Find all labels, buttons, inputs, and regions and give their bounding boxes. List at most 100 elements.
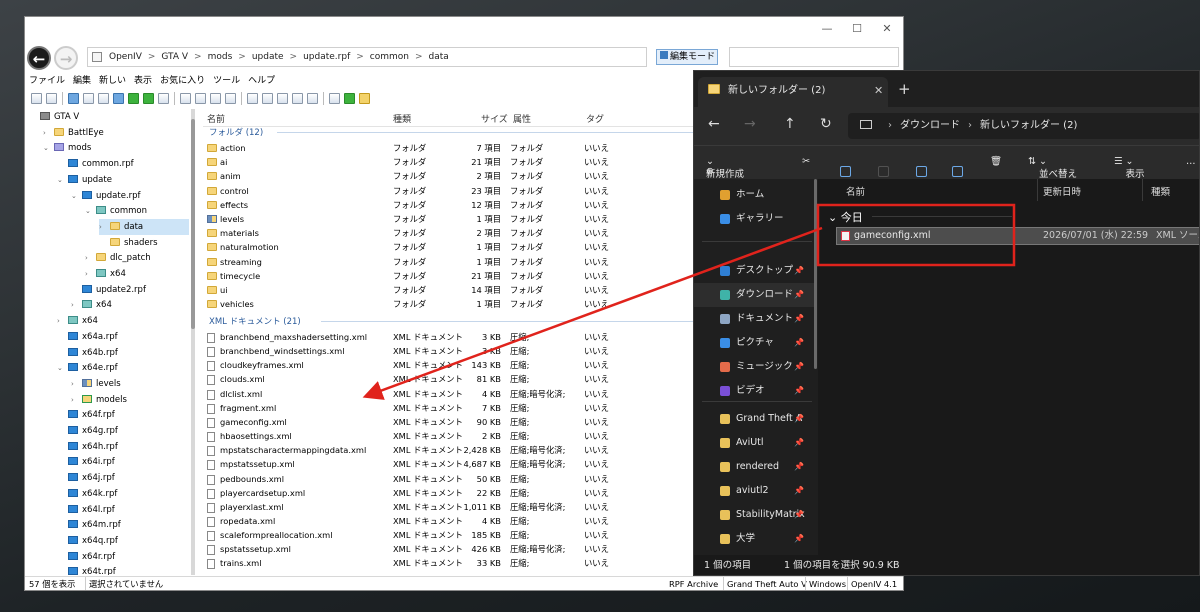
column-size[interactable]: サイズ: [481, 112, 508, 125]
tree-item[interactable]: x64b.rpf: [57, 345, 189, 361]
xml-group-header[interactable]: XML ドキュメント (21): [209, 315, 301, 327]
tree-item[interactable]: x64q.rpf: [57, 533, 189, 549]
breadcrumb-item[interactable]: update: [248, 52, 288, 62]
group-today[interactable]: ⌄ 今日: [828, 209, 863, 225]
text-document-icon[interactable]: [225, 92, 236, 104]
nav-item[interactable]: rendered 📌: [694, 455, 816, 479]
menu-item[interactable]: 表示: [130, 73, 156, 89]
column-name[interactable]: 名前: [207, 112, 225, 125]
tree-toggle-icon[interactable]: ⌄: [57, 360, 68, 376]
tree-toggle-icon[interactable]: ⌄: [71, 188, 82, 204]
check-icon[interactable]: [98, 92, 109, 104]
menu-item[interactable]: 編集: [69, 73, 95, 89]
new-file-icon[interactable]: [31, 92, 42, 104]
more-options-icon[interactable]: …: [1186, 156, 1196, 167]
nav-item[interactable]: AviUtl 📌: [694, 431, 816, 455]
close-tab-icon[interactable]: ✕: [874, 77, 883, 105]
search-input[interactable]: [729, 47, 899, 67]
column-type[interactable]: 種類: [1151, 184, 1170, 198]
breadcrumb-item[interactable]: OpenIV: [105, 52, 146, 62]
pin-icon[interactable]: 📌: [794, 283, 804, 307]
nav-item[interactable]: ギャラリー: [694, 207, 816, 231]
column-tag[interactable]: タグ: [586, 112, 604, 125]
nav-item[interactable]: ピクチャ 📌: [694, 331, 816, 355]
menu-item[interactable]: 新しい: [95, 73, 130, 89]
tree-item[interactable]: › BattlEye: [43, 125, 189, 141]
tree-item[interactable]: › data: [99, 218, 189, 235]
tree-toggle-icon[interactable]: ›: [85, 250, 96, 266]
nav-item[interactable]: ホーム: [694, 183, 816, 207]
edit-document-icon[interactable]: [180, 92, 191, 104]
chart-icon[interactable]: [113, 92, 124, 104]
tree-item[interactable]: x64h.rpf: [57, 439, 189, 455]
tree-toggle-icon[interactable]: ›: [85, 266, 96, 282]
tree-item[interactable]: x64m.rpf: [57, 517, 189, 533]
tree-item[interactable]: ⌄ common: [85, 203, 189, 219]
search-document-icon[interactable]: [195, 92, 206, 104]
tree-toggle-icon[interactable]: ›: [71, 376, 82, 392]
sort-button[interactable]: ⇅ 並べ替え ⌄: [1028, 156, 1077, 180]
tree-toggle-icon[interactable]: ⌄: [43, 140, 54, 156]
tree-item[interactable]: ⌄ update: [57, 172, 189, 188]
breadcrumb-downloads[interactable]: ダウンロード: [900, 120, 960, 131]
nav-item[interactable]: StabilityMatrix 📌: [694, 503, 816, 527]
tree-item[interactable]: x64i.rpf: [57, 454, 189, 470]
maximize-button[interactable]: ☐: [845, 20, 869, 38]
add-icon[interactable]: [344, 92, 355, 104]
document-icon[interactable]: [210, 92, 221, 104]
play-icon[interactable]: [128, 92, 139, 104]
column-date[interactable]: 更新日時: [1043, 184, 1081, 198]
back-arrow-icon[interactable]: ←: [27, 46, 51, 70]
column-type[interactable]: 種類: [393, 112, 411, 125]
tree-toggle-icon[interactable]: ›: [71, 392, 82, 408]
tree-item[interactable]: x64a.rpf: [57, 329, 189, 345]
close-button[interactable]: ✕: [875, 20, 899, 38]
nav-item[interactable]: Grand Theft A 📌: [694, 407, 816, 431]
tree-item[interactable]: common.rpf: [57, 156, 189, 172]
tree-item[interactable]: ⌄ x64e.rpf: [57, 360, 189, 376]
breadcrumb-item[interactable]: GTA V: [157, 52, 192, 62]
nav-item[interactable]: aviutl2 📌: [694, 479, 816, 503]
cut-icon[interactable]: ✂: [802, 156, 810, 167]
new-tab-icon[interactable]: +: [898, 80, 911, 98]
menu-item[interactable]: ツール: [209, 73, 244, 89]
view-button[interactable]: ☰ 表示 ⌄: [1114, 156, 1145, 180]
breadcrumb[interactable]: OpenIV > GTA V > mods > update > update.rpf > comm…: [87, 47, 647, 67]
nav-item[interactable]: デスクトップ 📌: [694, 259, 816, 283]
tool-icon[interactable]: [329, 92, 340, 104]
favorite-folder-icon[interactable]: [359, 92, 370, 104]
pin-icon[interactable]: 📌: [794, 431, 804, 455]
forward-arrow-icon[interactable]: →: [54, 46, 78, 70]
breadcrumb-item[interactable]: data: [425, 52, 453, 62]
minimize-button[interactable]: —: [815, 20, 839, 38]
replace-icon[interactable]: [307, 92, 318, 104]
tree-toggle-icon[interactable]: ›: [99, 219, 110, 235]
forward-arrow-icon[interactable]: →: [744, 116, 756, 132]
tree-item[interactable]: update2.rpf: [71, 282, 189, 298]
nav-scrollbar[interactable]: [814, 179, 817, 369]
nav-item[interactable]: ドキュメント 📌: [694, 307, 816, 331]
pin-icon[interactable]: 📌: [794, 331, 804, 355]
rename-icon[interactable]: [277, 92, 288, 104]
breadcrumb-folder[interactable]: 新しいフォルダー (2): [980, 120, 1077, 131]
breadcrumb-item[interactable]: mods: [204, 52, 237, 62]
tree-item[interactable]: › x64: [71, 297, 189, 313]
tree-toggle-icon[interactable]: ›: [57, 313, 68, 329]
breadcrumb-item[interactable]: update.rpf: [299, 52, 354, 62]
copy-icon[interactable]: [247, 92, 258, 104]
tree-item[interactable]: x64g.rpf: [57, 423, 189, 439]
tree-item[interactable]: x64k.rpf: [57, 486, 189, 502]
new-folder-icon[interactable]: [46, 92, 57, 104]
pin-icon[interactable]: 📌: [794, 355, 804, 379]
pin-icon[interactable]: 📌: [794, 407, 804, 431]
nav-item[interactable]: ミュージック 📌: [694, 355, 816, 379]
pin-icon[interactable]: 📌: [794, 479, 804, 503]
tree-item[interactable]: › levels: [71, 376, 189, 392]
nav-item[interactable]: 大学 📌: [694, 527, 816, 551]
pin-icon[interactable]: 📌: [794, 379, 804, 403]
tree-item[interactable]: ⌄ mods: [43, 140, 189, 156]
tree-item[interactable]: x64j.rpf: [57, 470, 189, 486]
tree-item[interactable]: x64t.rpf: [57, 564, 189, 575]
edit-mode-button[interactable]: 編集モード: [656, 49, 718, 65]
refresh-icon[interactable]: [68, 92, 79, 104]
